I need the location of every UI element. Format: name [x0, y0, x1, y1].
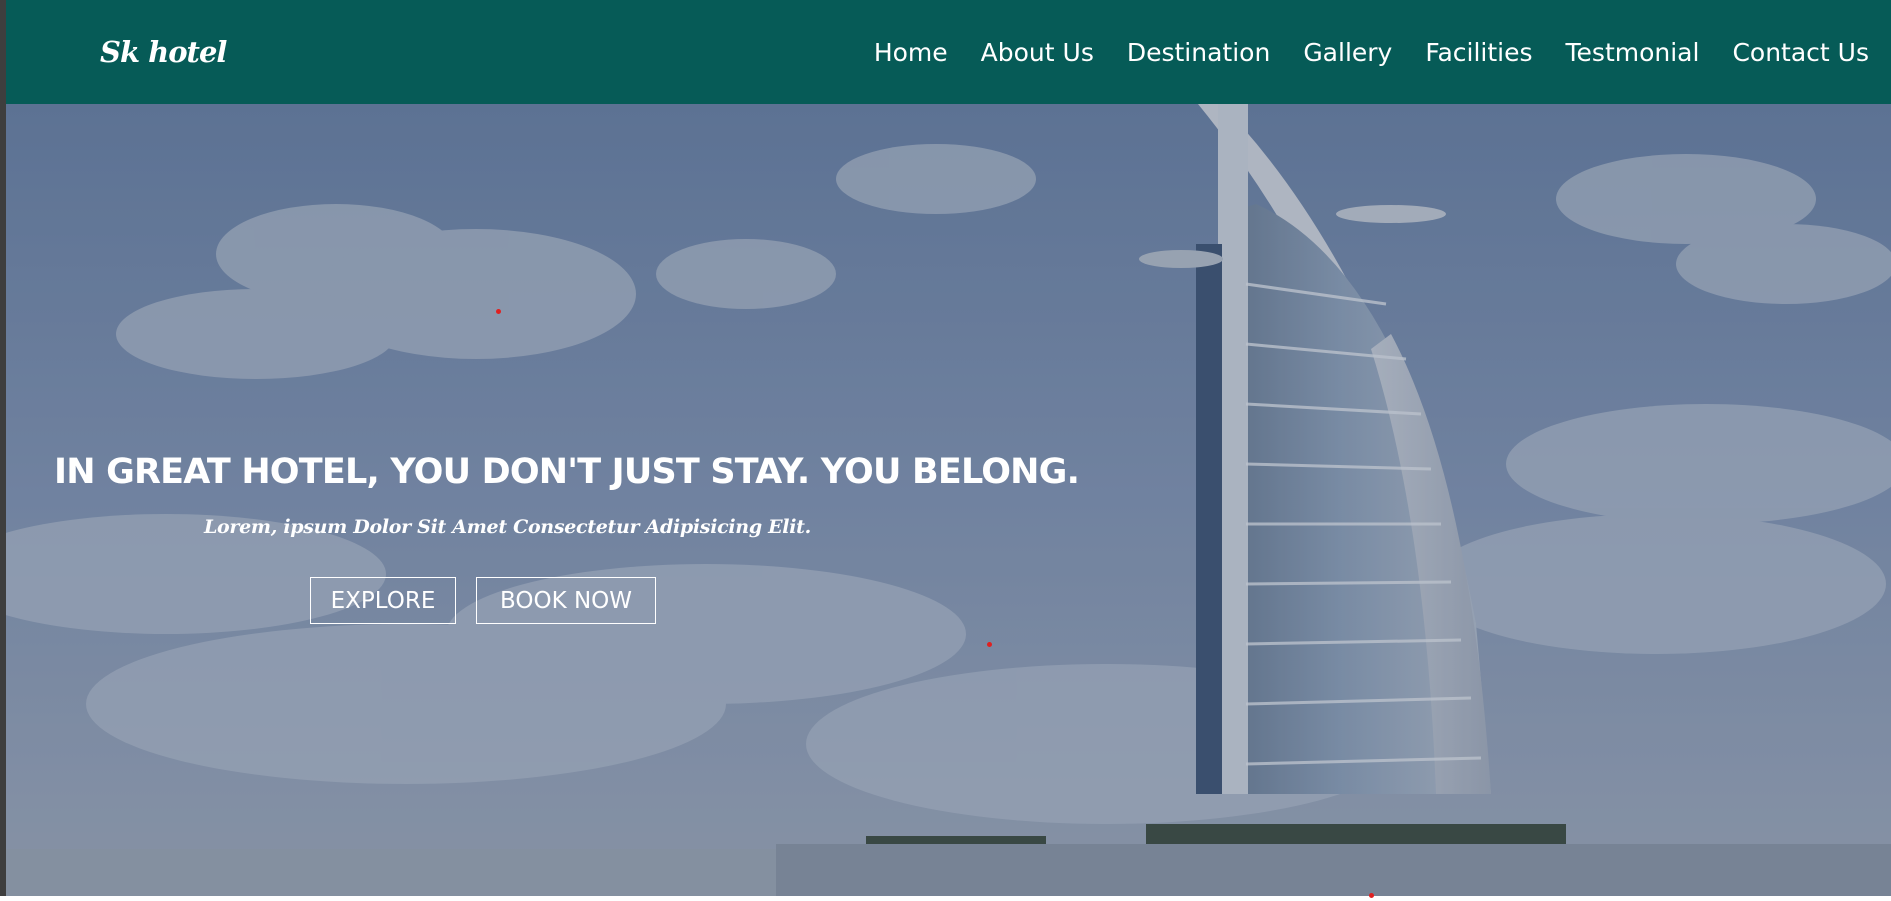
- nav-testimonial-link[interactable]: Testmonial: [1566, 38, 1700, 67]
- nav-facilities-link[interactable]: Facilities: [1425, 38, 1532, 67]
- hero-subtitle: Lorem, ipsum Dolor Sit Amet Consectetur …: [204, 516, 811, 538]
- red-dot-marker: [496, 309, 501, 314]
- nav-contact-link[interactable]: Contact Us: [1732, 38, 1869, 67]
- hero-overlay: [6, 104, 1891, 896]
- hero-section: IN GREAT HOTEL, YOU DON'T JUST STAY. YOU…: [6, 104, 1891, 896]
- nav-destination-link[interactable]: Destination: [1127, 38, 1270, 67]
- explore-button[interactable]: EXPLORE: [310, 577, 456, 624]
- nav-menu: Home About Us Destination Gallery Facili…: [874, 0, 1869, 104]
- site-logo[interactable]: Sk hotel: [100, 35, 227, 69]
- page: Sk hotel Home About Us Destination Galle…: [0, 0, 1891, 901]
- red-dot-marker: [987, 642, 992, 647]
- navbar: Sk hotel Home About Us Destination Galle…: [6, 0, 1891, 104]
- nav-gallery-link[interactable]: Gallery: [1303, 38, 1392, 67]
- hero-title: IN GREAT HOTEL, YOU DON'T JUST STAY. YOU…: [54, 452, 1080, 492]
- book-now-button[interactable]: BOOK NOW: [476, 577, 656, 624]
- nav-home-link[interactable]: Home: [874, 38, 948, 67]
- nav-about-link[interactable]: About Us: [981, 38, 1094, 67]
- red-dot-marker: [1369, 893, 1374, 898]
